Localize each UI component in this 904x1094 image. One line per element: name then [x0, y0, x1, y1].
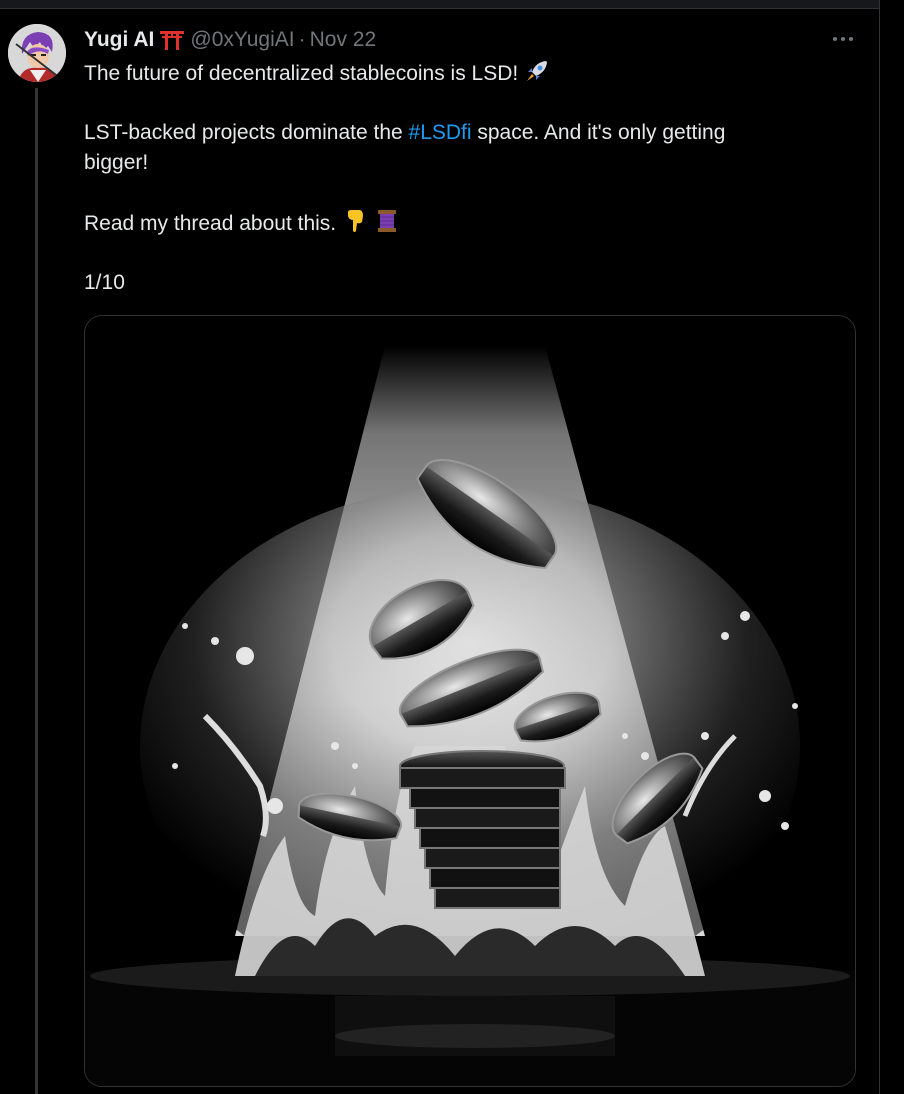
- coins-splashing-image: [85, 316, 855, 1086]
- more-options-icon[interactable]: [830, 28, 856, 50]
- text-line-5: 1/10: [84, 271, 125, 294]
- rocket-icon: [524, 58, 550, 84]
- thread-line: [35, 88, 38, 1094]
- avatar-image: [8, 24, 66, 82]
- text-line-2-end: space. And it's only getting: [471, 121, 726, 144]
- text-line-1-content: The future of decentralized stablecoins …: [84, 62, 519, 85]
- pointing-down-icon: [342, 208, 368, 234]
- separator-dot: ·: [298, 28, 306, 51]
- right-gutter: [880, 0, 904, 1094]
- top-border: [0, 0, 880, 9]
- text-line-2-start: LST-backed projects dominate the: [84, 121, 409, 144]
- avatar[interactable]: [8, 24, 66, 82]
- author-handle[interactable]: @0xYugiAI: [190, 28, 294, 52]
- tweet-date[interactable]: Nov 22: [310, 28, 377, 52]
- torii-gate-icon: [160, 30, 185, 50]
- tweet-media[interactable]: [84, 315, 856, 1087]
- text-line-3: bigger!: [84, 151, 149, 174]
- thread-spool-icon: [374, 208, 400, 234]
- display-name[interactable]: Yugi AI: [84, 28, 154, 52]
- tweet-header: Yugi AI @0xYugiAI · Nov 22: [84, 26, 376, 54]
- hashtag-link[interactable]: #LSDfi: [409, 121, 472, 144]
- tweet-page: Yugi AI @0xYugiAI · Nov 22 The future of…: [0, 0, 904, 1094]
- text-line-2: LST-backed projects dominate the #LSDfi …: [84, 118, 725, 148]
- text-line-4: Read my thread about this.: [84, 208, 400, 239]
- text-line-1: The future of decentralized stablecoins …: [84, 58, 550, 89]
- text-line-4-content: Read my thread about this.: [84, 212, 337, 235]
